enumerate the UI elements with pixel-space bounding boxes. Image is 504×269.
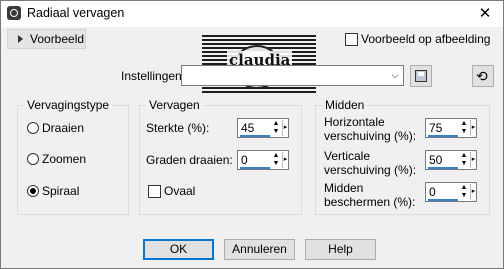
preview-toggle-button[interactable]: Voorbeeld <box>7 29 86 49</box>
preview-on-image-label: Voorbeeld op afbeelding <box>361 32 491 46</box>
strength-spinner[interactable]: 45 ▲ ▼ ▸ <box>237 118 289 138</box>
protect-center-label-line1: Midden <box>324 181 364 195</box>
spin-popout-icon[interactable]: ▸ <box>470 184 476 200</box>
oval-label: Ovaal <box>164 184 196 198</box>
v-offset-label-line1: Verticale <box>324 149 371 163</box>
oval-checkbox[interactable] <box>148 185 161 198</box>
center-group-title: Midden <box>322 98 368 112</box>
reset-icon: ⟲ <box>476 68 488 84</box>
v-offset-label-line2: verschuiving (%): <box>324 163 417 177</box>
save-preset-button[interactable] <box>410 65 432 87</box>
h-offset-label-line2: verschuiving (%): <box>324 129 417 143</box>
spin-up-down-icon[interactable]: ▲ ▼ <box>272 120 280 136</box>
rotate-degrees-value: 0 <box>241 153 248 167</box>
radio-zoomen-label: Zoomen <box>42 152 87 166</box>
preview-toggle-label: Voorbeeld <box>30 32 85 46</box>
protect-center-spinner[interactable]: 0 ▲ ▼ ▸ <box>425 182 477 202</box>
help-button[interactable]: Help <box>305 239 376 260</box>
window-title: Radiaal vervagen <box>27 6 125 20</box>
v-offset-value: 50 <box>429 153 443 167</box>
preview-on-image-checkbox[interactable] <box>345 33 358 46</box>
h-offset-spinner[interactable]: 75 ▲ ▼ ▸ <box>425 118 477 138</box>
h-offset-value: 75 <box>429 121 443 135</box>
strength-value: 45 <box>241 121 255 135</box>
rotate-degrees-slider-bar <box>240 167 270 169</box>
h-offset-slider-bar <box>428 135 458 137</box>
settings-preset-dropdown[interactable]: ⌵ <box>181 65 404 86</box>
center-group: Midden Horizontale verschuiving (%): 75 … <box>315 98 490 215</box>
close-icon[interactable]: ✕ <box>471 4 499 24</box>
ok-button[interactable]: OK <box>143 239 214 260</box>
radial-blur-dialog: Radiaal vervagen ✕ Voorbeeld Voorbeeld o… <box>0 0 504 269</box>
spin-popout-icon[interactable]: ▸ <box>282 152 288 168</box>
blur-group-title: Vervagen <box>146 98 203 112</box>
chevron-down-icon[interactable]: ⌵ <box>386 66 403 85</box>
spin-up-down-icon[interactable]: ▲ ▼ <box>272 152 280 168</box>
spin-up-down-icon[interactable]: ▲ ▼ <box>460 184 468 200</box>
v-offset-spinner[interactable]: 50 ▲ ▼ ▸ <box>425 150 477 170</box>
strength-slider-bar <box>240 135 270 137</box>
reset-defaults-button[interactable]: ⟲ <box>472 65 494 87</box>
v-offset-slider-bar <box>428 167 458 169</box>
spin-popout-icon[interactable]: ▸ <box>282 120 288 136</box>
app-icon <box>7 6 21 20</box>
radio-spiraal[interactable] <box>27 185 39 197</box>
radio-zoomen[interactable] <box>27 153 39 165</box>
spin-popout-icon[interactable]: ▸ <box>470 152 476 168</box>
blur-type-group-title: Vervagingstype <box>24 98 113 112</box>
protect-center-label-line2: beschermen (%): <box>324 195 416 209</box>
settings-label: Instellingen <box>121 69 182 83</box>
radio-spiraal-label: Spiraal <box>42 184 80 198</box>
radio-draaien-label: Draaien <box>42 121 85 135</box>
strength-label: Sterkte (%): <box>146 121 210 135</box>
protect-center-value: 0 <box>429 185 436 199</box>
title-bar[interactable]: Radiaal vervagen ✕ <box>1 1 503 27</box>
blur-group: Vervagen Sterkte (%): 45 ▲ ▼ ▸ Graden dra… <box>139 98 302 215</box>
save-disk-icon <box>415 70 427 82</box>
spin-popout-icon[interactable]: ▸ <box>470 120 476 136</box>
h-offset-label-line1: Horizontale <box>324 115 385 129</box>
protect-center-slider-bar <box>428 199 458 201</box>
spin-up-down-icon[interactable]: ▲ ▼ <box>460 152 468 168</box>
expand-triangle-icon <box>18 35 23 43</box>
blur-type-group: Vervagingstype Draaien Zoomen Spiraal <box>17 98 129 215</box>
radio-draaien[interactable] <box>27 122 39 134</box>
cancel-button[interactable]: Annuleren <box>224 239 295 260</box>
rotate-degrees-label: Graden draaien: <box>146 153 233 167</box>
spin-up-down-icon[interactable]: ▲ ▼ <box>460 120 468 136</box>
rotate-degrees-spinner[interactable]: 0 ▲ ▼ ▸ <box>237 150 289 170</box>
